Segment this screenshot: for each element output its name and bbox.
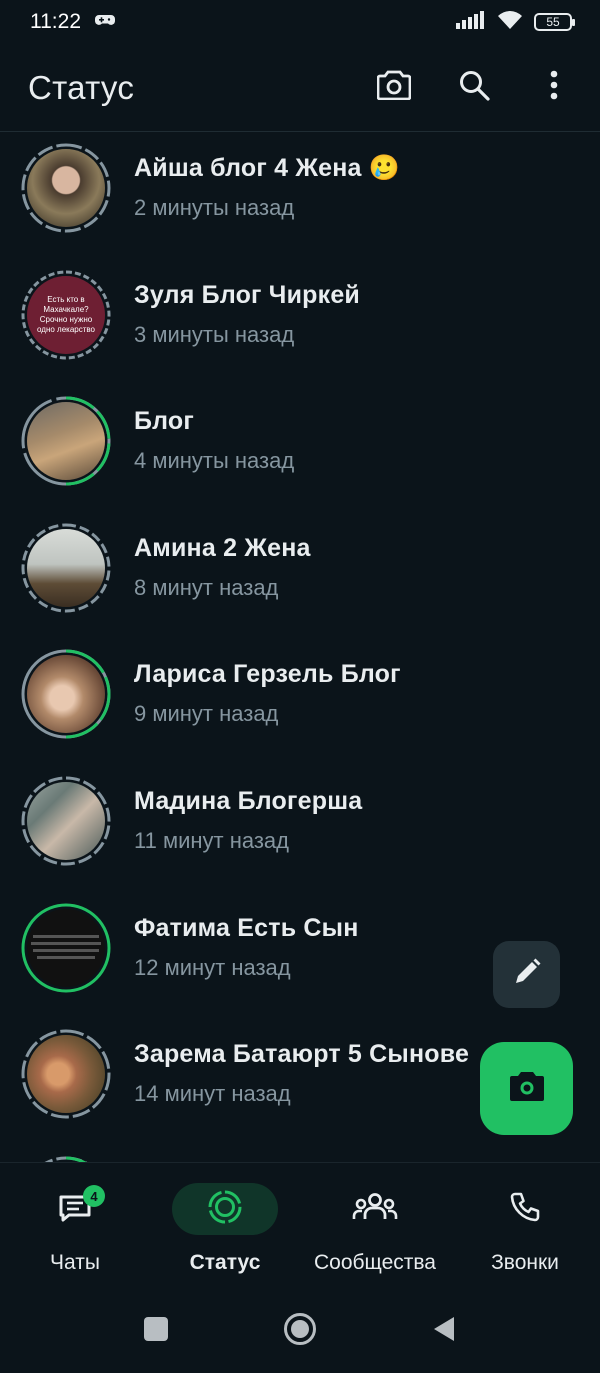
back-triangle-icon [432,1315,456,1348]
status-name: Лариса Герзель Блог [134,660,401,689]
status-item[interactable]: Мадина Блогерша 11 минут назад [0,771,600,898]
recents-button[interactable] [136,1312,176,1352]
status-avatar [20,648,112,740]
tab-chats-label: Чаты [50,1251,100,1274]
status-item[interactable]: Блог 4 минуты назад [0,391,600,518]
tab-calls-label: Звонки [491,1251,559,1274]
status-item[interactable]: Есть кто в Махачкале? Срочно нужно одно … [0,265,600,392]
status-item[interactable]: Айша блог 4 Жена 🥲 2 минуты назад [0,138,600,265]
status-time: 14 минут назад [134,1081,291,1107]
tab-status-label: Статус [189,1251,261,1274]
status-name: Зарема Батаюрт 5 Сынове [134,1040,470,1069]
square-icon [143,1316,169,1347]
status-name: Мадина Блогерша [134,786,363,815]
status-list: Айша блог 4 Жена 🥲 2 минуты назад Есть к… [0,138,600,1181]
status-name: Айша блог 4 Жена 🥲 [134,154,401,182]
camera-icon [509,1070,545,1107]
signal-icon [456,10,486,34]
status-time: 4 минуты назад [134,448,295,474]
home-circle-icon [283,1312,317,1351]
status-avatar: Есть кто в Махачкале? Срочно нужно одно … [20,269,112,361]
camera-icon [376,70,412,105]
status-time: 12 минут назад [134,954,291,980]
system-status-bar: 11:22 55 [0,0,600,44]
more-options-button[interactable] [536,70,572,106]
new-text-status-button[interactable] [493,941,560,1008]
status-name: Блог [134,407,195,436]
page-title: Статус [28,68,135,106]
gamepad-icon [95,13,115,32]
status-avatar [20,775,112,867]
tab-communities[interactable]: Сообщества [300,1163,450,1290]
battery-icon: 55 [534,13,575,31]
phone-icon [509,1191,541,1228]
search-icon [458,69,490,106]
status-avatar [20,395,112,487]
unread-badge: 4 [83,1185,105,1207]
status-avatar [20,902,112,994]
status-item[interactable]: Амина 2 Жена 8 минут назад [0,518,600,645]
pencil-icon [512,957,542,992]
tab-chats[interactable]: 4 Чаты [0,1163,150,1290]
status-name: Зуля Блог Чиркей [134,280,360,309]
tab-status[interactable]: Статус [150,1163,300,1290]
more-vertical-icon [550,70,558,105]
status-name: Фатима Есть Сын [134,913,359,942]
status-icon [207,1189,243,1230]
status-avatar [20,522,112,614]
status-time: 8 минут назад [134,574,279,600]
camera-button[interactable] [376,70,412,106]
clock: 11:22 [30,10,81,33]
status-time: 9 минут назад [134,701,279,727]
status-time: 3 минуты назад [134,321,295,347]
status-name: Амина 2 Жена [134,533,311,562]
bottom-navigation: 4 Чаты Статус Сообщества Звонки [0,1162,600,1290]
new-camera-status-button[interactable] [480,1042,573,1135]
status-time: 2 минуты назад [134,195,295,220]
status-item[interactable]: Лариса Герзель Блог 9 минут назад [0,644,600,771]
status-avatar [20,1028,112,1120]
communities-icon [352,1191,398,1228]
status-time: 11 минут назад [134,827,289,853]
home-button[interactable] [280,1312,320,1352]
wifi-icon [496,10,524,35]
status-avatar [20,142,112,234]
system-navigation-bar [0,1290,600,1373]
back-button[interactable] [424,1312,464,1352]
search-button[interactable] [456,70,492,106]
app-header: Статус [0,44,600,132]
tab-calls[interactable]: Звонки [450,1163,600,1290]
tab-communities-label: Сообщества [314,1251,436,1274]
